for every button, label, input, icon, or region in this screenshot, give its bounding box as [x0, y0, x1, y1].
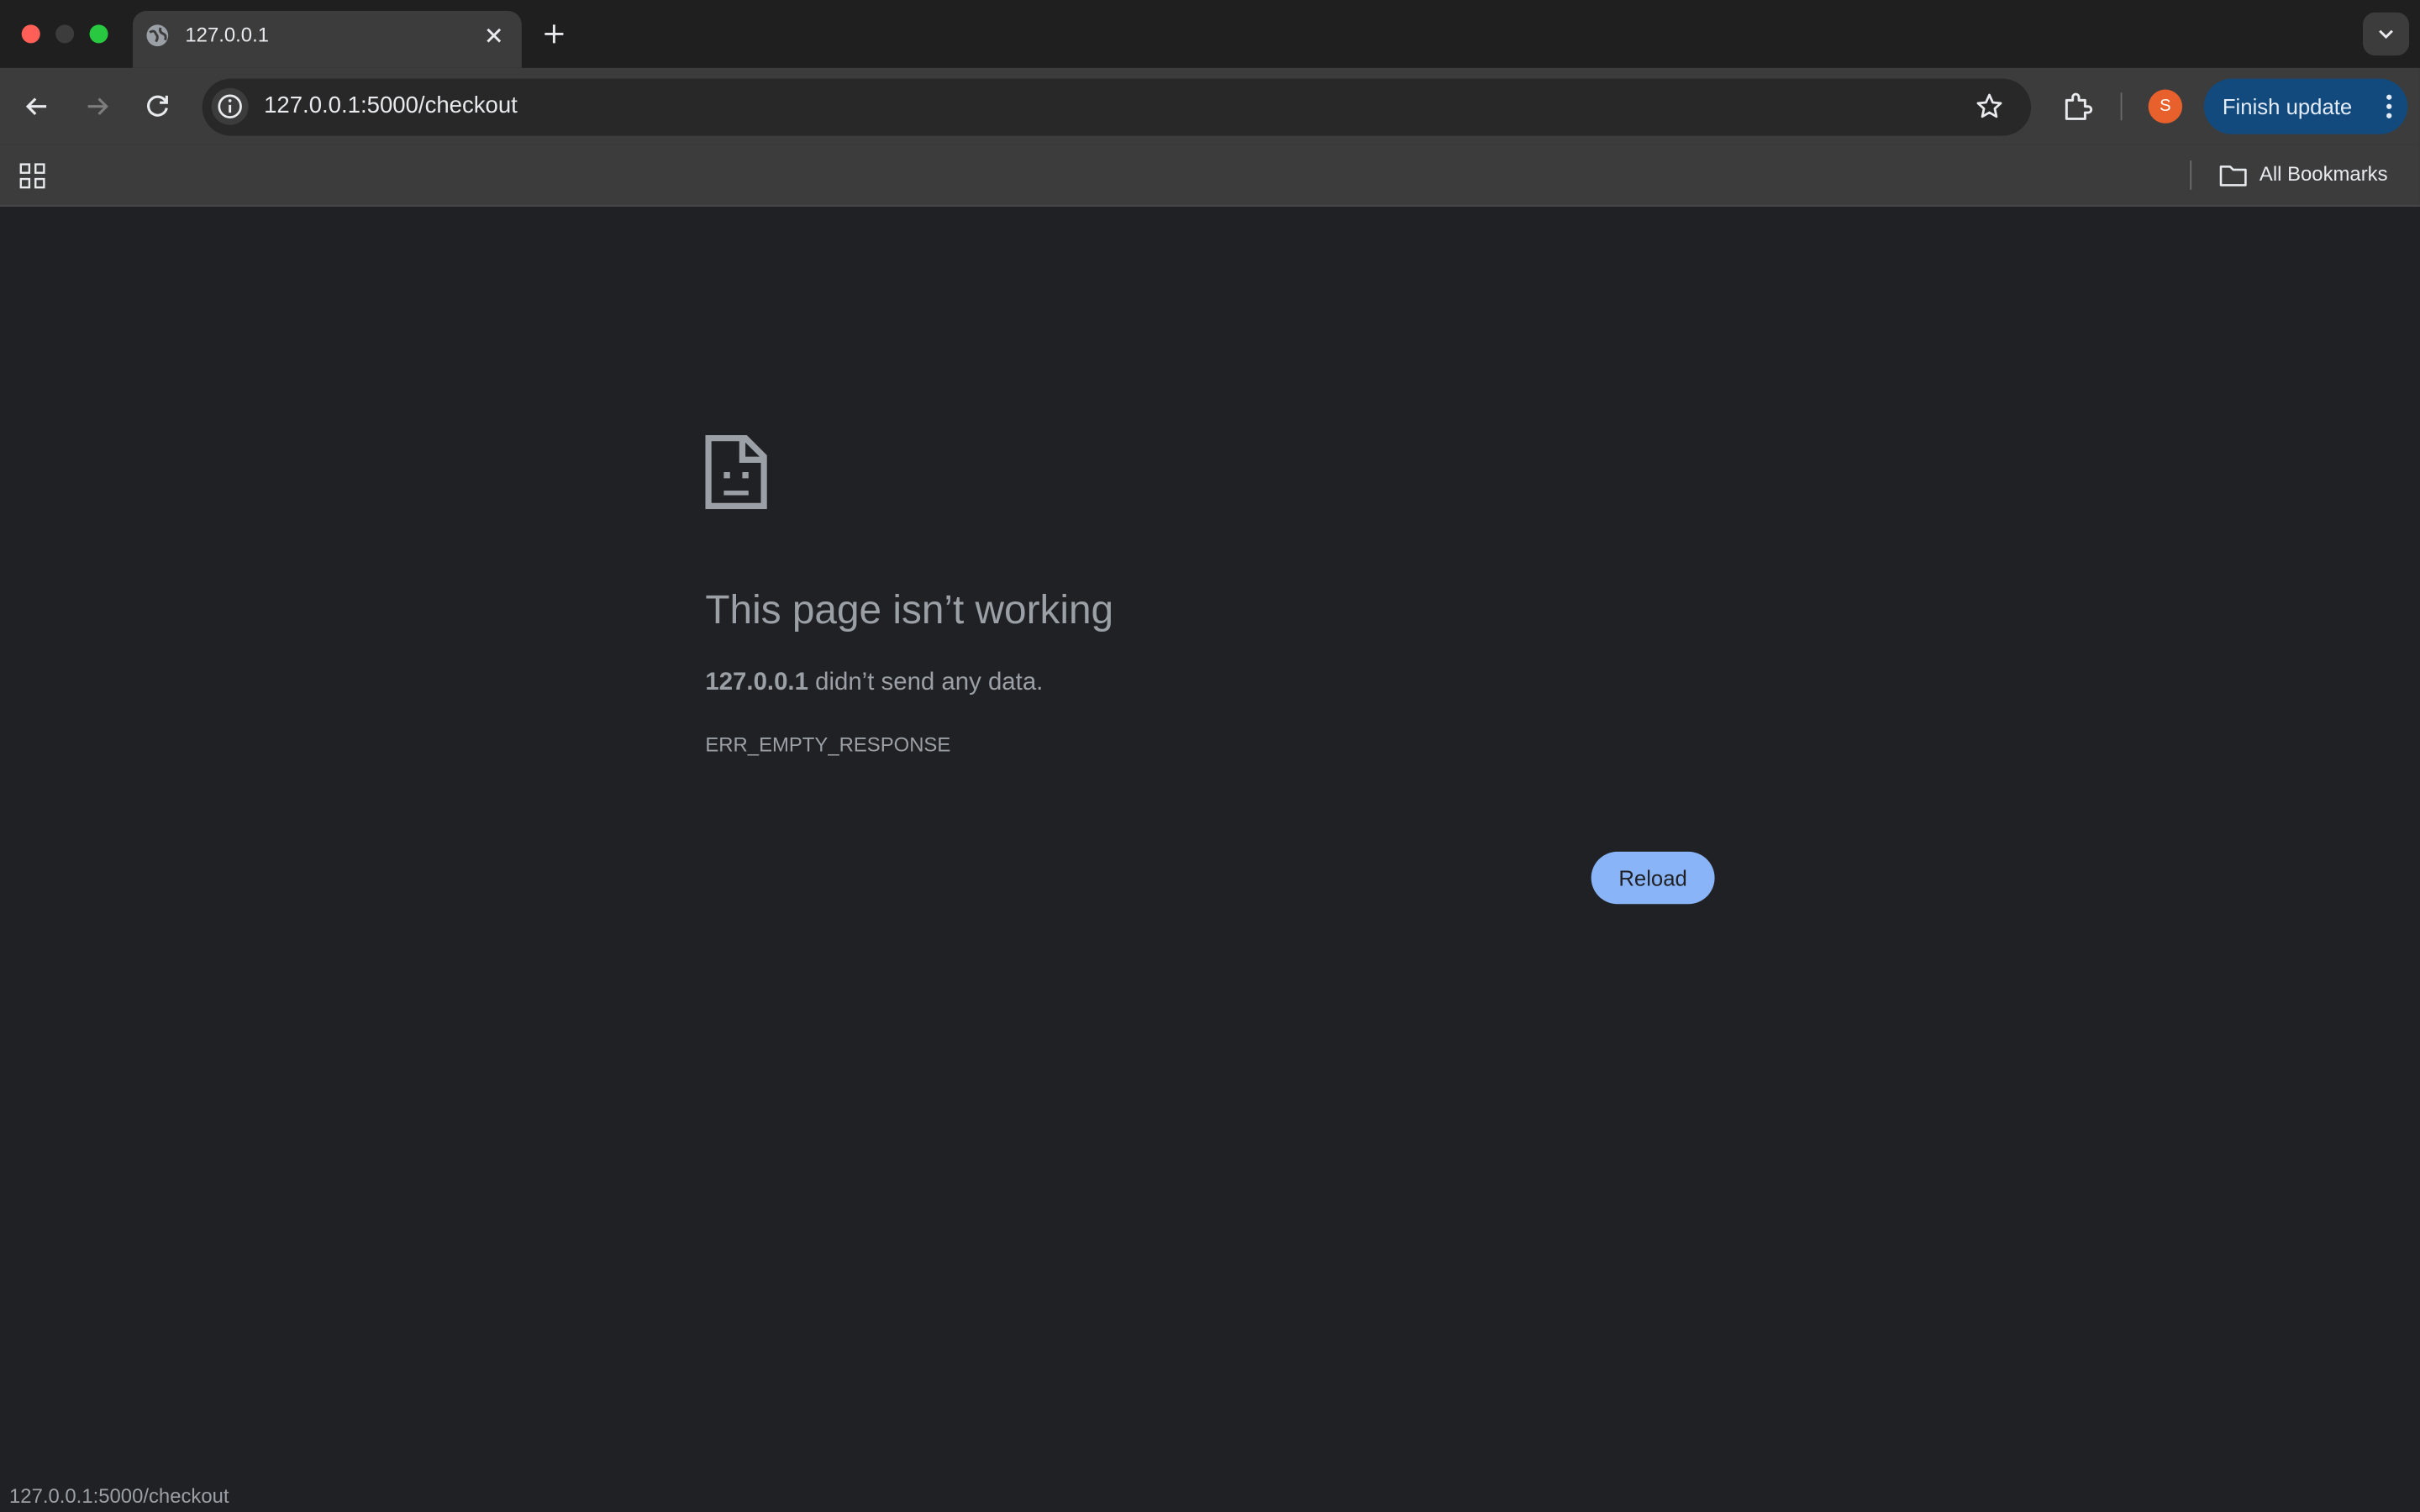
toolbar-divider — [2120, 92, 2123, 121]
finish-update-label: Finish update — [2222, 94, 2353, 119]
extensions-icon[interactable] — [2059, 88, 2096, 125]
error-description-text: didn’t send any data. — [808, 669, 1044, 696]
browser-window: 127.0.0.1 127.0.0.1:5000/checkout S Fini… — [0, 0, 2420, 1512]
avatar[interactable]: S — [2148, 89, 2183, 123]
window-close-button[interactable] — [21, 24, 40, 44]
apps-grid-icon[interactable] — [18, 162, 46, 190]
bookmarks-divider — [2190, 160, 2192, 190]
globe-icon — [145, 24, 170, 48]
tab-title: 127.0.0.1 — [185, 23, 269, 47]
more-vertical-icon[interactable] — [2377, 92, 2402, 120]
bookmarks-bar: All Bookmarks — [0, 144, 2420, 207]
site-info-icon[interactable] — [211, 87, 249, 125]
forward-button[interactable] — [79, 88, 116, 125]
error-page: This page isn’t working 127.0.0.1 didn’t… — [0, 207, 2420, 1512]
reload-button[interactable]: Reload — [1591, 851, 1715, 905]
browser-tab[interactable]: 127.0.0.1 — [132, 10, 522, 68]
tab-search-button[interactable] — [2362, 12, 2410, 56]
window-maximize-button[interactable] — [89, 24, 108, 44]
new-tab-button[interactable] — [539, 18, 570, 50]
tab-strip: 127.0.0.1 — [0, 0, 2420, 68]
close-icon[interactable] — [480, 22, 508, 50]
all-bookmarks-button[interactable]: All Bookmarks — [2260, 162, 2388, 186]
folder-icon — [2217, 162, 2249, 190]
error-code: ERR_EMPTY_RESPONSE — [705, 732, 951, 756]
error-heading: This page isn’t working — [705, 585, 1114, 633]
error-host: 127.0.0.1 — [705, 669, 808, 696]
bookmark-star-icon[interactable] — [1974, 91, 2005, 122]
finish-update-button[interactable]: Finish update — [2203, 78, 2408, 134]
address-bar[interactable]: 127.0.0.1:5000/checkout — [202, 78, 2032, 136]
reload-icon[interactable] — [139, 88, 176, 125]
window-minimize-button[interactable] — [55, 24, 75, 44]
error-description: 127.0.0.1 didn’t send any data. — [705, 669, 1043, 697]
url-text[interactable]: 127.0.0.1:5000/checkout — [264, 92, 518, 118]
toolbar: 127.0.0.1:5000/checkout S Finish update — [0, 67, 2420, 145]
back-button[interactable] — [18, 88, 55, 125]
sad-document-icon — [705, 434, 767, 510]
status-bar: 127.0.0.1:5000/checkout — [0, 1481, 239, 1512]
